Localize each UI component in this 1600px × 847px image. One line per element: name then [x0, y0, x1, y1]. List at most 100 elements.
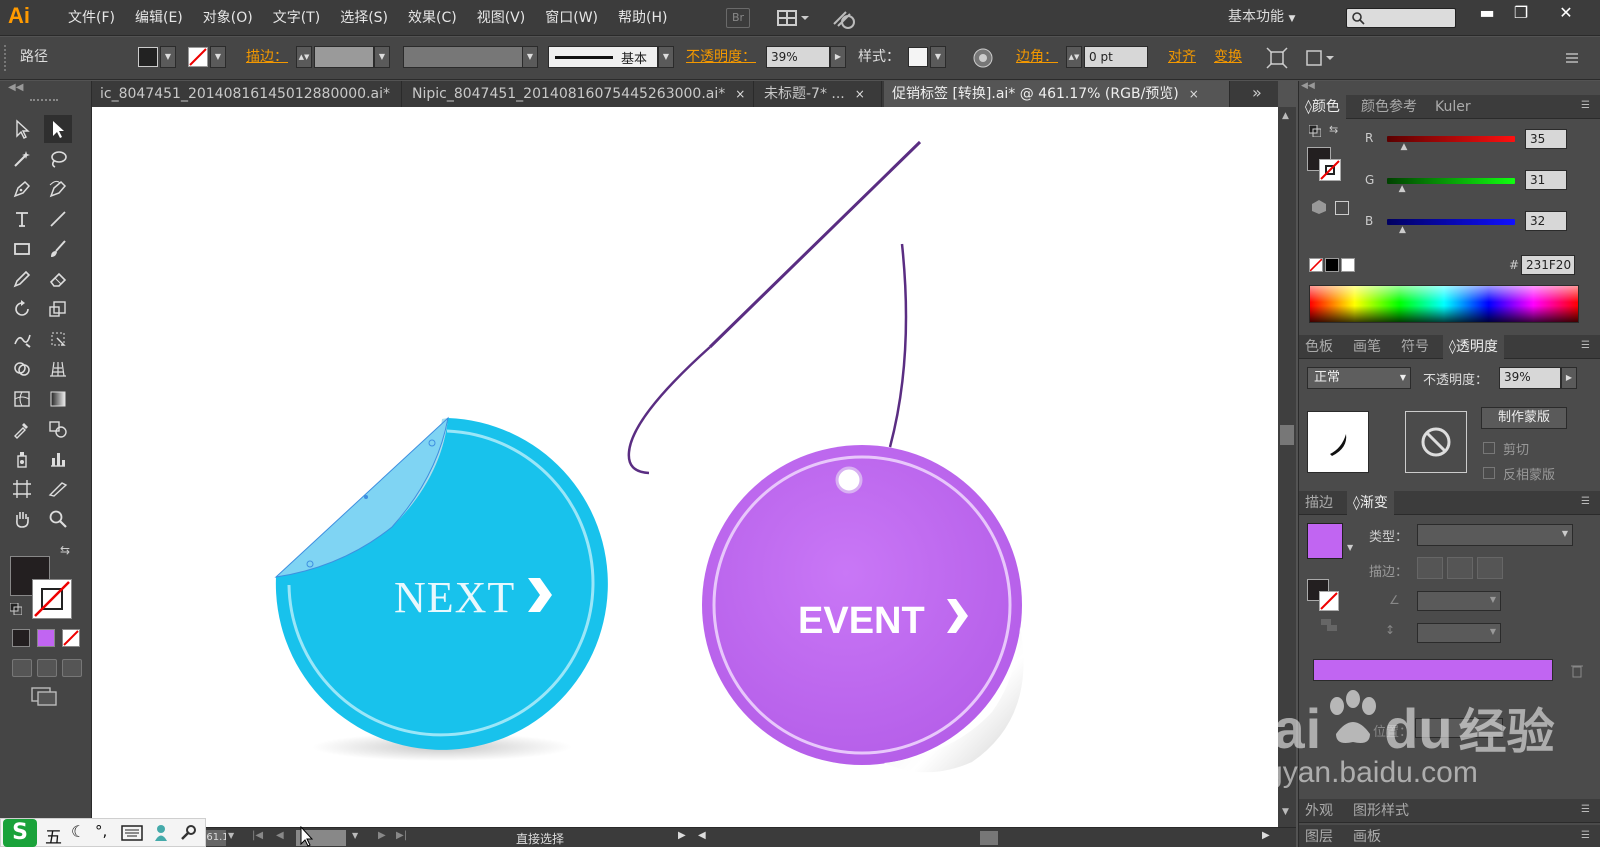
stroke-weight-stepper[interactable]: ▲▼: [296, 46, 312, 68]
minimize-button[interactable]: ▬: [1471, 2, 1503, 24]
slider-thumb-b[interactable]: ▲: [1399, 225, 1406, 235]
transparency-opacity-arrow[interactable]: ▶: [1561, 367, 1577, 389]
selection-tool-icon[interactable]: [8, 115, 36, 143]
web-safe-icon[interactable]: [1335, 201, 1349, 215]
object-thumbnail[interactable]: [1307, 411, 1369, 473]
color-spectrum[interactable]: [1309, 285, 1579, 323]
column-graph-tool-icon[interactable]: [44, 445, 72, 473]
panel-menu-icon[interactable]: ☰: [1581, 830, 1590, 841]
direct-selection-tool-icon[interactable]: [44, 115, 72, 143]
style-dropdown[interactable]: ▼: [930, 46, 946, 68]
bridge-button[interactable]: Br: [726, 8, 750, 28]
prev-artboard-icon[interactable]: ◀: [276, 830, 284, 841]
opacity-arrow[interactable]: ▶: [830, 46, 846, 68]
wrench-icon[interactable]: [179, 824, 197, 842]
invert-mask-checkbox[interactable]: [1483, 467, 1495, 479]
blend-tool-icon[interactable]: [44, 415, 72, 443]
next-artboard-icon[interactable]: ▶: [378, 830, 386, 841]
close-icon[interactable]: ×: [400, 81, 401, 107]
stroke-dropdown[interactable]: ▼: [210, 46, 226, 68]
eraser-tool-icon[interactable]: [44, 265, 72, 293]
menu-file[interactable]: 文件(F): [58, 0, 125, 36]
menu-type[interactable]: 文字(T): [263, 0, 330, 36]
artboard-tool-icon[interactable]: [8, 475, 36, 503]
close-button[interactable]: ✕: [1550, 2, 1582, 24]
paintbrush-tool-icon[interactable]: [44, 235, 72, 263]
arrange-documents-icon[interactable]: [776, 8, 812, 28]
out-of-gamut-icon[interactable]: [1311, 199, 1327, 215]
white-swatch[interactable]: [1341, 258, 1355, 272]
magic-wand-tool-icon[interactable]: [8, 145, 36, 173]
pencil-tool-icon[interactable]: [8, 265, 36, 293]
corner-label[interactable]: 边角：: [1016, 47, 1058, 67]
gradient-mode-button[interactable]: [37, 629, 55, 647]
gradient-swatch[interactable]: [1307, 523, 1343, 559]
arrange-icon[interactable]: [1304, 47, 1340, 69]
curvature-tool-icon[interactable]: [44, 175, 72, 203]
brush-definition-field[interactable]: 基本: [548, 46, 658, 68]
gradient-bar[interactable]: [1313, 659, 1553, 681]
pen-tool-icon[interactable]: [8, 175, 36, 203]
make-mask-button[interactable]: 制作蒙版: [1481, 407, 1567, 429]
panel-menu-icon[interactable]: [1562, 49, 1582, 67]
tab-document-1[interactable]: ic_8047451_20140816145012880000.ai* ×: [92, 81, 402, 107]
gradient-tool-icon[interactable]: [44, 385, 72, 413]
anchor-point[interactable]: [364, 495, 368, 499]
collapse-icon[interactable]: ◀◀: [8, 82, 23, 93]
last-artboard-icon[interactable]: ▶|: [396, 830, 407, 841]
blend-mode-select[interactable]: 正常 ▼: [1307, 367, 1411, 389]
skin-icon[interactable]: [153, 824, 169, 842]
draw-behind-icon[interactable]: [37, 659, 57, 677]
close-icon[interactable]: ×: [855, 81, 865, 107]
tab-color[interactable]: ◊颜色: [1299, 95, 1346, 119]
keyboard-icon[interactable]: [121, 825, 143, 841]
dock-collapse-icon[interactable]: ◀◀: [1301, 81, 1600, 95]
gradient-type-select[interactable]: ▼: [1417, 524, 1573, 546]
default-fill-stroke-icon[interactable]: [1308, 124, 1322, 138]
channel-value-b[interactable]: 32: [1525, 211, 1567, 231]
tab-brushes[interactable]: 画笔: [1347, 335, 1387, 359]
rectangle-tool-icon[interactable]: [8, 235, 36, 263]
sogou-logo[interactable]: S: [3, 819, 37, 847]
panel-menu-icon[interactable]: ☰: [1581, 804, 1590, 815]
tab-stroke[interactable]: 描边: [1299, 491, 1339, 515]
symbol-sprayer-tool-icon[interactable]: [8, 445, 36, 473]
color-stroke-swatch[interactable]: [1319, 159, 1341, 181]
stroke-color-swatch[interactable]: [32, 579, 72, 619]
eyedropper-tool-icon[interactable]: [8, 415, 36, 443]
screen-mode-icon[interactable]: [30, 686, 58, 706]
panel-menu-icon[interactable]: ☰: [1581, 100, 1590, 111]
align-link[interactable]: 对齐: [1168, 47, 1196, 67]
free-transform-tool-icon[interactable]: [44, 325, 72, 353]
channel-slider-g[interactable]: [1387, 178, 1515, 184]
gradient-aspect-field[interactable]: ▼: [1417, 623, 1501, 643]
stroke-gradient-within-icon[interactable]: [1417, 557, 1443, 579]
menu-object[interactable]: 对象(O): [193, 0, 263, 36]
slice-tool-icon[interactable]: [44, 475, 72, 503]
stroke-gradient-along-icon[interactable]: [1447, 557, 1473, 579]
status-menu-icon[interactable]: ▶: [678, 830, 686, 841]
menu-window[interactable]: 窗口(W): [535, 0, 608, 36]
mesh-tool-icon[interactable]: [8, 385, 36, 413]
stroke-label[interactable]: 描边：: [246, 47, 288, 67]
transform-link[interactable]: 变换: [1214, 47, 1242, 67]
menu-edit[interactable]: 编辑(E): [125, 0, 193, 36]
type-tool-icon[interactable]: [8, 205, 36, 233]
horizontal-scroll-thumb[interactable]: [980, 831, 998, 845]
black-swatch[interactable]: [1325, 258, 1339, 272]
zoom-dropdown-icon[interactable]: ▼: [228, 831, 234, 840]
tab-layers[interactable]: 图层: [1299, 825, 1339, 847]
gpu-performance-icon[interactable]: [830, 6, 860, 30]
menu-help[interactable]: 帮助(H): [608, 0, 677, 36]
fill-swatch[interactable]: [138, 47, 158, 67]
zoom-tool-icon[interactable]: [44, 505, 72, 533]
half-width-moon-icon[interactable]: ☾: [71, 822, 85, 841]
opacity-field[interactable]: 39%: [766, 46, 830, 68]
search-input[interactable]: [1346, 8, 1456, 28]
menu-view[interactable]: 视图(V): [467, 0, 536, 36]
tab-swatches[interactable]: 色板: [1299, 335, 1339, 359]
tab-graphic-styles[interactable]: 图形样式: [1347, 799, 1415, 823]
artboard-canvas[interactable]: NEXT EVENT: [92, 107, 1278, 827]
color-mode-button[interactable]: [12, 629, 30, 647]
tab-appearance[interactable]: 外观: [1299, 799, 1339, 823]
